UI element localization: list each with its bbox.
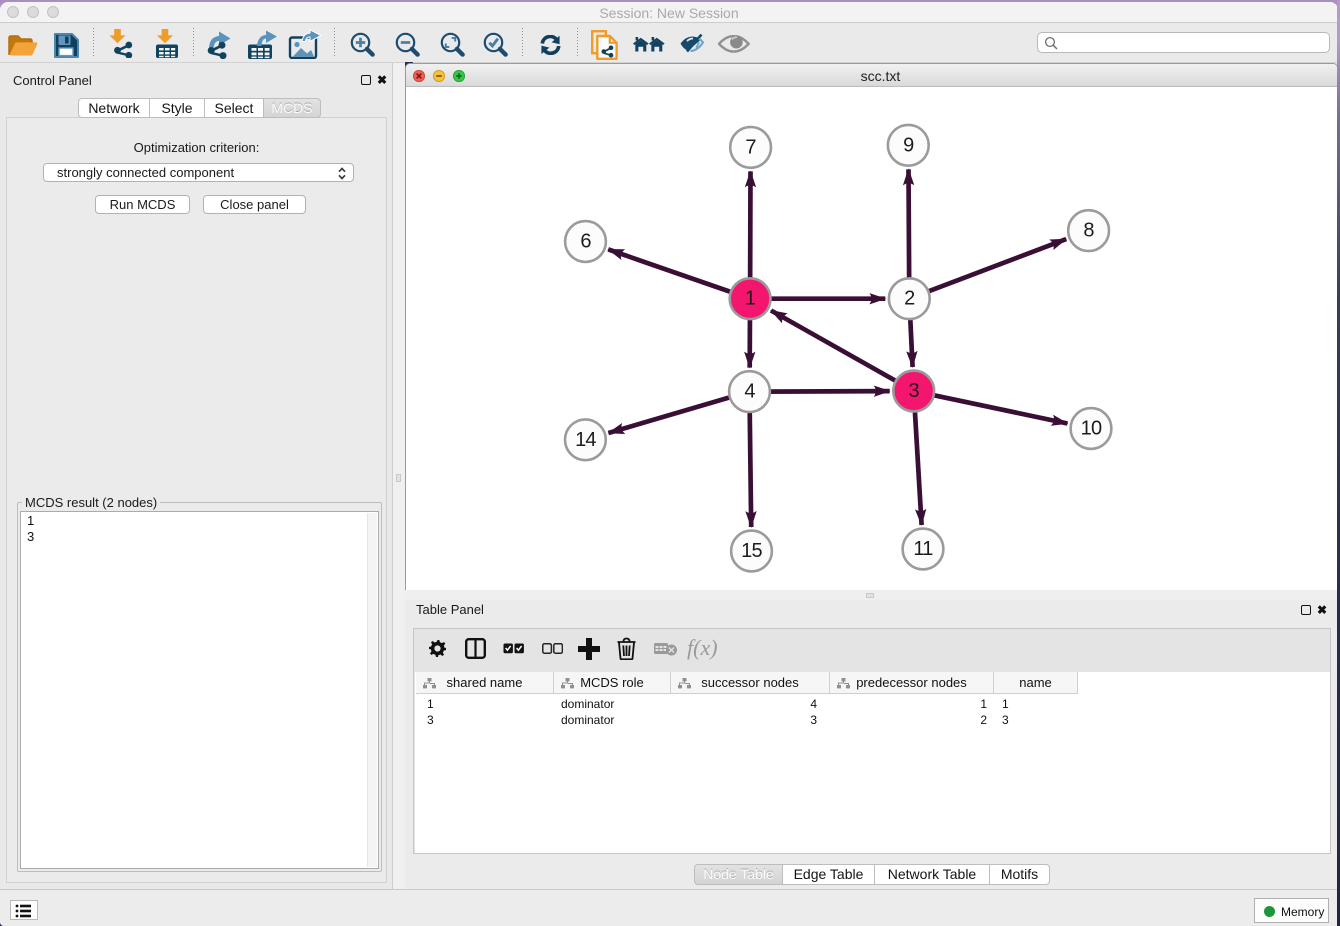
svg-text:11: 11 xyxy=(913,538,933,560)
svg-text:8: 8 xyxy=(1083,220,1094,242)
svg-text:1: 1 xyxy=(745,288,756,310)
svg-text:7: 7 xyxy=(745,136,756,158)
svg-text:10: 10 xyxy=(1081,418,1102,440)
svg-text:14: 14 xyxy=(575,429,596,451)
svg-text:15: 15 xyxy=(741,540,762,562)
svg-text:2: 2 xyxy=(904,288,915,310)
svg-text:3: 3 xyxy=(909,380,920,402)
svg-text:4: 4 xyxy=(744,381,755,403)
svg-text:9: 9 xyxy=(903,134,914,156)
svg-text:6: 6 xyxy=(580,231,591,253)
